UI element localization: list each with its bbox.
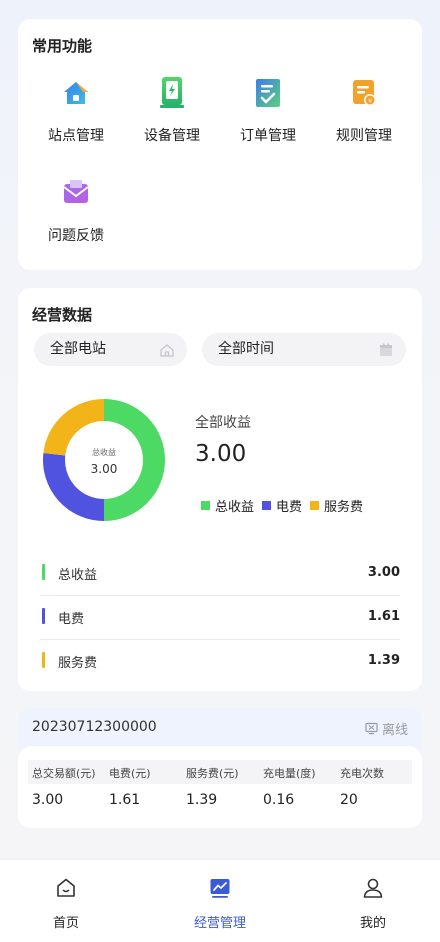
device-management-label: 设备管理	[144, 128, 200, 144]
column-header: 服务费(元)	[186, 767, 239, 780]
device-status: 离线	[365, 719, 408, 738]
legend-item-electricity: 电费	[262, 496, 302, 515]
legend-label: 服务费	[324, 500, 364, 515]
legend-swatch	[310, 501, 320, 510]
cell-total-amount: 3.00	[32, 792, 64, 808]
bottom-tab-bar: 首页 经营管理 我的	[0, 860, 440, 942]
column-header: 充电量(度)	[263, 767, 316, 780]
tab-home[interactable]: 首页	[16, 876, 116, 931]
column-header: 充电次数	[340, 767, 384, 780]
legend-label: 总收益	[215, 500, 255, 515]
chart-legend: 总收益 电费 服务费	[201, 496, 363, 515]
time-filter-label: 全部时间	[218, 341, 274, 357]
legend-swatch	[201, 501, 210, 510]
stat-value: 1.39	[367, 653, 400, 668]
cell-charge-count: 20	[340, 792, 358, 808]
cell-electricity-fee: 1.61	[109, 792, 141, 808]
stat-value: 1.61	[367, 609, 400, 624]
station-icon	[60, 77, 92, 109]
device-stats-table: 总交易额(元) 电费(元) 服务费(元) 充电量(度) 充电次数 3.00 1.…	[18, 746, 422, 828]
summary-value: 3.00	[195, 441, 247, 467]
svg-text:¥: ¥	[368, 98, 372, 105]
device-management-button[interactable]: 设备管理	[124, 77, 220, 145]
station-filter-select[interactable]: 全部电站	[34, 333, 187, 366]
stat-name: 总收益	[58, 568, 98, 583]
feedback-icon	[60, 177, 92, 209]
tab-home-label: 首页	[52, 916, 79, 931]
calendar-icon	[380, 343, 392, 356]
stat-row-total: 总收益 3.00	[40, 552, 400, 596]
feedback-label: 问题反馈	[48, 228, 104, 244]
tab-profile-label: 我的	[359, 916, 386, 931]
column-header: 总交易额(元)	[32, 767, 96, 780]
legend-item-service: 服务费	[310, 496, 363, 515]
rule-management-button[interactable]: ¥ 规则管理	[316, 77, 412, 145]
business-chart-icon	[210, 879, 230, 898]
tab-profile[interactable]: 我的	[323, 876, 423, 931]
time-filter-select[interactable]: 全部时间	[202, 333, 406, 366]
stat-color-bar	[42, 608, 45, 624]
order-management-label: 订单管理	[240, 128, 296, 144]
offline-icon	[365, 722, 378, 735]
tab-business-management[interactable]: 经营管理	[170, 876, 270, 931]
cell-charge-amount: 0.16	[263, 792, 295, 808]
station-management-label: 站点管理	[48, 128, 104, 144]
common-functions-title: 常用功能	[32, 37, 93, 55]
stat-name: 电费	[58, 612, 85, 627]
device-id: 20230712300000	[32, 719, 157, 735]
cell-service-fee: 1.39	[186, 792, 218, 808]
revenue-donut-chart: 总收益 3.00	[43, 399, 165, 521]
stat-name: 服务费	[58, 656, 98, 671]
device-stats-header: 总交易额(元) 电费(元) 服务费(元) 充电量(度) 充电次数	[28, 760, 412, 784]
donut-center-label: 总收益	[92, 447, 116, 457]
profile-icon	[363, 878, 383, 898]
order-management-button[interactable]: 订单管理	[220, 77, 316, 145]
stat-row-electricity: 电费 1.61	[40, 596, 400, 640]
stat-value: 3.00	[367, 565, 400, 580]
legend-label: 电费	[276, 500, 303, 515]
order-icon	[252, 77, 284, 109]
station-management-button[interactable]: 站点管理	[28, 77, 124, 145]
legend-item-total: 总收益	[201, 496, 254, 515]
charger-icon	[156, 77, 188, 109]
station-filter-label: 全部电站	[50, 341, 106, 357]
device-status-label: 离线	[381, 723, 408, 738]
column-header: 电费(元)	[109, 767, 151, 780]
rule-management-label: 规则管理	[336, 128, 392, 144]
donut-center-value: 3.00	[91, 462, 118, 476]
device-card[interactable]: 20230712300000 离线 总交易额(元) 电费(元) 服务费(元) 充…	[18, 708, 422, 828]
common-functions-card: 常用功能 站点管理 设备管理 订单管理 ¥ 规则管理 问题反馈	[18, 19, 422, 270]
summary-label: 全部收益	[195, 415, 251, 431]
stat-color-bar	[42, 652, 45, 668]
business-data-card: 经营数据 全部电站 全部时间 总收益 3.00 全部收益 3.00 总收益 电费	[18, 288, 422, 691]
rule-icon: ¥	[348, 77, 380, 109]
donut-slice-0	[103, 399, 165, 521]
stat-color-bar	[42, 564, 45, 580]
tab-business-management-label: 经营管理	[193, 916, 246, 931]
stat-row-service: 服务费 1.39	[40, 640, 400, 684]
home-icon	[57, 878, 75, 897]
feedback-button[interactable]: 问题反馈	[28, 177, 124, 245]
legend-swatch	[262, 501, 272, 510]
business-data-title: 经营数据	[32, 306, 93, 324]
home-outline-icon	[160, 344, 174, 357]
